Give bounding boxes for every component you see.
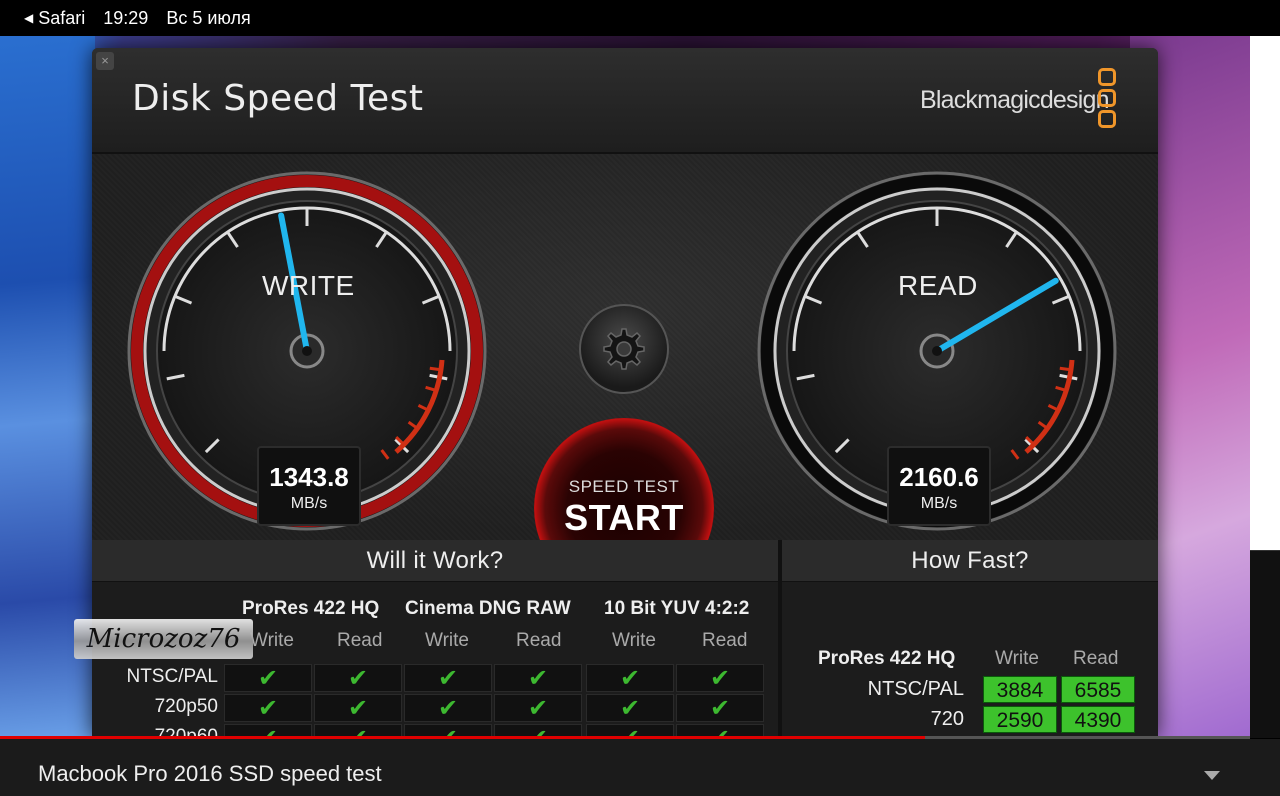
format-header-yuv: 10 Bit YUV 4:2:2 bbox=[604, 598, 750, 619]
brand-name: Blackmagicdesign bbox=[920, 86, 1110, 114]
how-fast-write-value: 2590 bbox=[983, 706, 1057, 733]
video-info-bar: Macbook Pro 2016 SSD speed test bbox=[0, 739, 1280, 796]
checkmark-icon: ✔ bbox=[347, 694, 369, 722]
gear-icon bbox=[603, 328, 645, 370]
checkmark-icon: ✔ bbox=[257, 664, 279, 692]
format-header-prores: ProRes 422 HQ bbox=[242, 598, 380, 619]
format-header-cinema-dng: Cinema DNG RAW bbox=[405, 598, 571, 619]
how-fast-heading: How Fast? bbox=[782, 540, 1158, 582]
how-fast-read-value: 6585 bbox=[1061, 676, 1135, 703]
checkmark-icon: ✔ bbox=[619, 694, 641, 722]
read-speed-unit: MB/s bbox=[920, 495, 958, 512]
how-fast-col-read: Read bbox=[1073, 648, 1119, 669]
how-fast-format: ProRes 422 HQ bbox=[818, 648, 956, 669]
compat-cell: ✔ bbox=[494, 694, 582, 722]
status-date: Вс 5 июля bbox=[166, 7, 251, 28]
checkmark-icon: ✔ bbox=[527, 694, 549, 722]
compat-cell: ✔ bbox=[586, 664, 674, 692]
back-label: Safari bbox=[38, 7, 86, 28]
edge-panel-dark bbox=[1250, 550, 1280, 738]
expand-chevron-icon[interactable] bbox=[1204, 771, 1220, 780]
checkmark-icon: ✔ bbox=[347, 664, 369, 692]
row-label: NTSC/PAL bbox=[126, 666, 218, 687]
subheader-read: Read bbox=[337, 630, 383, 651]
gauge-panel: WRITE 1343.8 MB/s SPEED TEST START READ … bbox=[92, 154, 1158, 598]
compat-cell: ✔ bbox=[404, 664, 492, 692]
checkmark-icon: ✔ bbox=[437, 694, 459, 722]
compat-cell: ✔ bbox=[494, 664, 582, 692]
brand-logo-icon bbox=[1098, 68, 1120, 131]
compat-cell: ✔ bbox=[224, 664, 312, 692]
app-title: Disk Speed Test bbox=[132, 78, 424, 119]
checkmark-icon: ✔ bbox=[437, 664, 459, 692]
compat-cell: ✔ bbox=[314, 694, 402, 722]
how-fast-row-label: NTSC/PAL bbox=[867, 678, 964, 700]
subheader-write: Write bbox=[250, 630, 294, 651]
will-it-work-heading: Will it Work? bbox=[92, 540, 778, 582]
compat-cell: ✔ bbox=[586, 694, 674, 722]
how-fast-col-write: Write bbox=[995, 648, 1039, 669]
write-readout: 1343.8 MB/s bbox=[257, 446, 361, 526]
read-speed-value: 2160.6 bbox=[899, 462, 979, 492]
checkmark-icon: ✔ bbox=[709, 694, 731, 722]
write-gauge-label: WRITE bbox=[262, 270, 355, 301]
compat-cell: ✔ bbox=[676, 694, 764, 722]
write-speed-value: 1343.8 bbox=[269, 462, 349, 492]
subheader-read: Read bbox=[516, 630, 562, 651]
checkmark-icon: ✔ bbox=[619, 664, 641, 692]
checkmark-icon: ✔ bbox=[709, 664, 731, 692]
channel-watermark: Microzoz76 bbox=[74, 619, 253, 659]
row-label: 720p50 bbox=[154, 696, 218, 717]
write-speed-unit: MB/s bbox=[290, 495, 328, 512]
checkmark-icon: ✔ bbox=[527, 664, 549, 692]
back-to-safari-link[interactable]: ◀ Safari bbox=[24, 8, 85, 29]
status-time: 19:29 bbox=[103, 7, 149, 28]
read-gauge-label: READ bbox=[898, 270, 978, 301]
subheader-write: Write bbox=[425, 630, 469, 651]
compat-cell: ✔ bbox=[224, 694, 312, 722]
right-edge bbox=[1250, 36, 1280, 738]
compat-cell: ✔ bbox=[676, 664, 764, 692]
subheader-read: Read bbox=[702, 630, 748, 651]
video-title: Macbook Pro 2016 SSD speed test bbox=[38, 761, 382, 786]
app-titlebar: × Disk Speed Test Blackmagicdesign bbox=[92, 48, 1158, 154]
how-fast-write-value: 3884 bbox=[983, 676, 1057, 703]
back-arrow-icon: ◀ bbox=[24, 11, 34, 25]
start-button-caption: SPEED TEST bbox=[568, 477, 680, 496]
compat-cell: ✔ bbox=[404, 694, 492, 722]
how-fast-row-label: 720 bbox=[930, 708, 964, 730]
edge-panel bbox=[1250, 36, 1280, 550]
read-readout: 2160.6 MB/s bbox=[887, 446, 991, 526]
checkmark-icon: ✔ bbox=[257, 694, 279, 722]
how-fast-read-value: 4390 bbox=[1061, 706, 1135, 733]
compat-cell: ✔ bbox=[314, 664, 402, 692]
close-button[interactable]: × bbox=[96, 52, 114, 70]
status-bar: ◀ Safari 19:29 Вс 5 июля bbox=[0, 0, 1280, 36]
settings-button[interactable] bbox=[579, 304, 669, 394]
subheader-write: Write bbox=[612, 630, 656, 651]
start-button-label: START bbox=[564, 497, 684, 538]
